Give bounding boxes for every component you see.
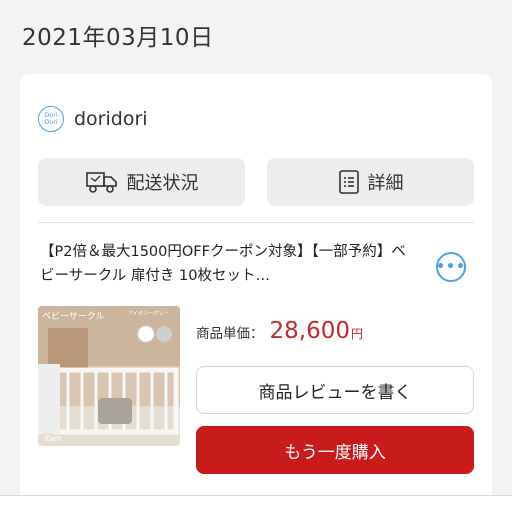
divider: [38, 222, 474, 223]
price-unit: 円: [350, 327, 363, 341]
document-icon: [338, 169, 360, 195]
details-button[interactable]: 詳細: [267, 158, 474, 206]
thumbnail-brand: ifam: [44, 434, 62, 443]
price-value: 28,600: [269, 318, 350, 344]
baby-playpen-image: [38, 306, 180, 446]
unit-price: 商品単価： 28,600 円: [196, 318, 363, 344]
shipping-status-button[interactable]: 配送状況: [38, 158, 245, 206]
order-actions: 配送状況 詳細: [38, 158, 474, 206]
shop-header[interactable]: Dori Dori doridori: [38, 106, 148, 132]
item-title[interactable]: 【P2倍＆最大1500円OFFクーポン対象】【一部予約】ベビーサークル 扉付き …: [40, 240, 410, 288]
shop-logo: Dori Dori: [38, 106, 64, 132]
thumbnail-subcaption: アイボリー/グレー: [128, 311, 170, 317]
write-review-button[interactable]: 商品レビューを書く: [196, 366, 474, 414]
shipping-status-label: 配送状況: [126, 173, 199, 194]
thumbnail-caption: ベビーサークル: [42, 312, 105, 322]
details-label: 詳細: [367, 173, 404, 194]
delivery-truck-icon: [85, 169, 119, 195]
order-card: Dori Dori doridori 配送状況 詳細 【P2倍＆最大1500円O…: [20, 74, 492, 506]
ellipsis-icon[interactable]: •••: [436, 252, 466, 282]
shop-name[interactable]: doridori: [74, 108, 148, 130]
bottom-edge: [0, 495, 512, 506]
price-label: 商品単価：: [196, 326, 264, 342]
order-date: 2021年03月10日: [22, 25, 214, 51]
buy-again-button[interactable]: もう一度購入: [196, 426, 474, 474]
item-thumbnail[interactable]: ベビーサークル アイボリー/グレー ifam: [38, 306, 180, 446]
